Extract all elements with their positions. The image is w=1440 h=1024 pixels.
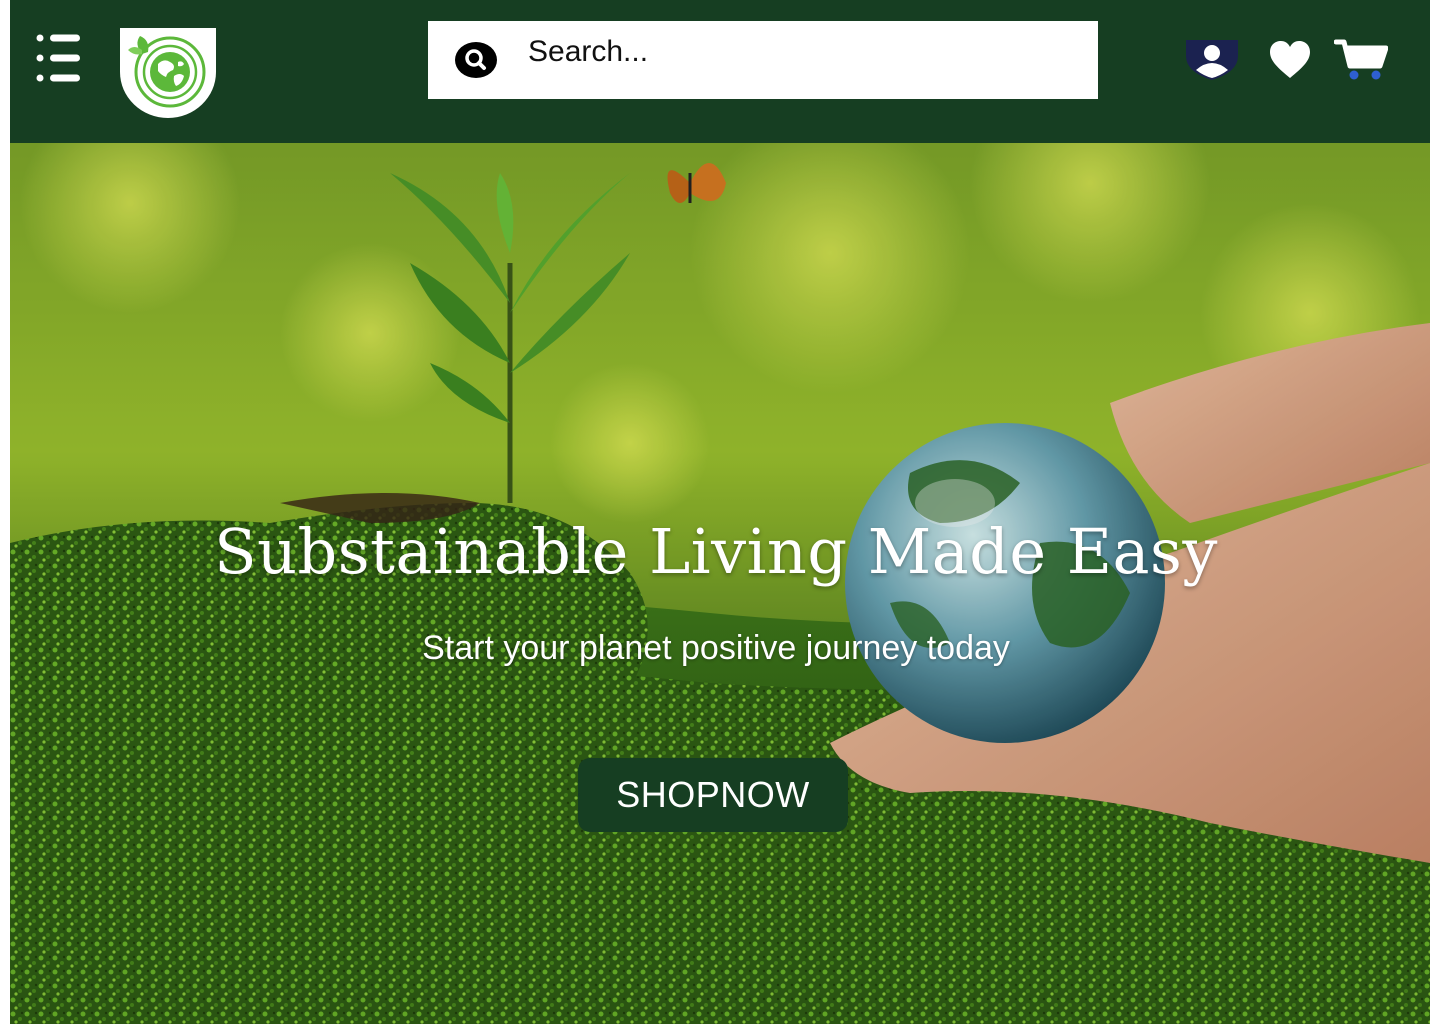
menu-button[interactable] [34, 30, 82, 90]
hero-title: Substainable Living Made Easy [214, 515, 1218, 588]
account-button[interactable] [1184, 38, 1240, 82]
hero-subtitle: Start your planet positive journey today [422, 629, 1010, 667]
menu-list-icon [36, 34, 80, 82]
top-navbar [10, 0, 1430, 143]
heart-icon [1270, 41, 1310, 78]
globe-leaf-logo [120, 28, 216, 118]
page-frame: Substainable Living Made Easy Start your… [10, 0, 1430, 1024]
user-shield-icon [1186, 40, 1238, 80]
brand-logo[interactable] [118, 26, 218, 118]
search-icon[interactable] [454, 38, 498, 82]
shop-now-button[interactable]: SHOPNOW [578, 758, 848, 832]
cart-icon [1333, 39, 1389, 80]
hero-banner: Substainable Living Made Easy Start your… [10, 143, 1430, 1024]
search-bar [428, 13, 1098, 99]
cart-button[interactable] [1333, 36, 1389, 82]
wishlist-button[interactable] [1268, 38, 1312, 82]
search-input[interactable] [528, 13, 1078, 91]
